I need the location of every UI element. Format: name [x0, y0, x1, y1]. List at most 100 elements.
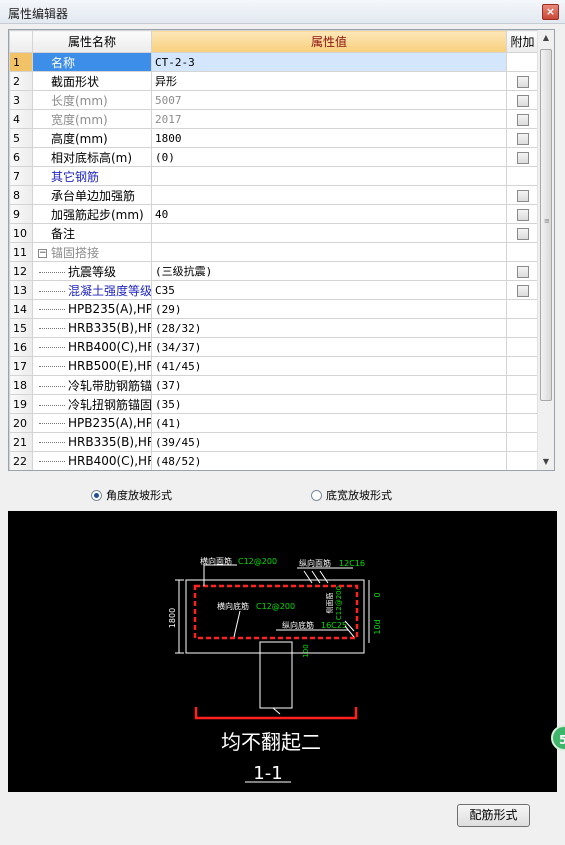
- scroll-down-icon[interactable]: ▼: [538, 454, 554, 470]
- table-row[interactable]: 2 截面形状 异形: [9, 71, 539, 91]
- table-row[interactable]: 12 抗震等级 (三级抗震): [9, 261, 539, 281]
- property-name-cell[interactable]: HRB335(B),HRB3: [32, 432, 152, 452]
- attach-checkbox[interactable]: [516, 208, 529, 221]
- attach-checkbox[interactable]: [516, 75, 529, 88]
- property-name-cell[interactable]: 其它钢筋: [32, 166, 152, 186]
- property-value[interactable]: (41): [151, 413, 507, 433]
- row-number: 19: [9, 394, 33, 414]
- attach-checkbox[interactable]: [516, 113, 529, 126]
- property-value[interactable]: (37): [151, 375, 507, 395]
- table-row[interactable]: 7 其它钢筋: [9, 166, 539, 186]
- property-value[interactable]: [151, 242, 507, 262]
- property-value[interactable]: 异形: [151, 71, 507, 91]
- attach-checkbox[interactable]: [516, 265, 529, 278]
- property-name-cell[interactable]: 混凝土强度等级: [32, 280, 152, 300]
- property-name-cell[interactable]: 冷轧扭钢筋锚固: [32, 394, 152, 414]
- table-row[interactable]: 19 冷轧扭钢筋锚固 (35): [9, 394, 539, 414]
- close-button[interactable]: ×: [542, 4, 559, 20]
- section-label: 1-1: [253, 763, 282, 784]
- property-value[interactable]: 40: [151, 204, 507, 224]
- property-value[interactable]: [151, 185, 507, 205]
- property-value[interactable]: (三级抗震): [151, 261, 507, 281]
- scroll-up-icon[interactable]: ▲: [538, 30, 554, 46]
- top-bar-label: 横向面筋: [200, 556, 232, 566]
- property-value[interactable]: (0): [151, 147, 507, 167]
- property-value[interactable]: 5007: [151, 90, 507, 110]
- property-name-cell[interactable]: 抗震等级: [32, 261, 152, 281]
- grip-icon: ≡: [544, 217, 550, 225]
- table-row[interactable]: 6 相对底标高(m) (0): [9, 147, 539, 167]
- table-row[interactable]: 20 HPB235(A),HPB3(41): [9, 413, 539, 433]
- table-row[interactable]: 8 承台单边加强筋: [9, 185, 539, 205]
- property-name-cell[interactable]: HRB400(C),HRB4: [32, 337, 152, 357]
- property-name-cell[interactable]: 高度(mm): [32, 128, 152, 148]
- property-name-cell[interactable]: 加强筋起步(mm): [32, 204, 152, 224]
- table-row[interactable]: 11− 锚固搭接: [9, 242, 539, 262]
- attach-checkbox[interactable]: [516, 94, 529, 107]
- attach-cell: [506, 52, 539, 72]
- attach-checkbox[interactable]: [516, 132, 529, 145]
- property-value[interactable]: [151, 223, 507, 243]
- property-name-cell[interactable]: 宽度(mm): [32, 109, 152, 129]
- table-row[interactable]: 10 备注: [9, 223, 539, 243]
- header-name[interactable]: 属性名称: [32, 30, 152, 53]
- property-value[interactable]: (48/52): [151, 451, 507, 470]
- radio-width-slope[interactable]: 底宽放坡形式: [311, 487, 392, 503]
- table-row[interactable]: 17 HRB500(E),HRB5(41/45): [9, 356, 539, 376]
- property-value[interactable]: [151, 166, 507, 186]
- property-value[interactable]: 1800: [151, 128, 507, 148]
- header-attach[interactable]: 附加: [506, 30, 539, 53]
- property-value[interactable]: (29): [151, 299, 507, 319]
- radio-dot-icon[interactable]: [91, 489, 102, 501]
- attach-checkbox[interactable]: [516, 189, 529, 202]
- property-value[interactable]: (39/45): [151, 432, 507, 452]
- radio-angle-slope[interactable]: 角度放坡形式: [91, 487, 172, 503]
- attach-checkbox[interactable]: [516, 151, 529, 164]
- property-name-cell[interactable]: 冷轧带肋钢筋锚: [32, 375, 152, 395]
- property-name-cell[interactable]: 名称: [32, 52, 152, 72]
- table-row[interactable]: 14 HPB235(A),HPB3(29): [9, 299, 539, 319]
- rebar-form-button[interactable]: 配筋形式: [457, 804, 530, 827]
- property-value[interactable]: (35): [151, 394, 507, 414]
- property-name-cell[interactable]: − 锚固搭接: [32, 242, 152, 262]
- table-row[interactable]: 22 HRB400(C),HRB4(48/52): [9, 451, 539, 470]
- radio-dot-icon[interactable]: [311, 489, 322, 501]
- property-name-cell[interactable]: 备注: [32, 223, 152, 243]
- vertical-scrollbar[interactable]: ▲ ≡ ▼: [537, 30, 554, 470]
- property-name: HPB235(A),HPB3: [68, 416, 152, 430]
- attach-cell: [506, 109, 539, 129]
- table-row[interactable]: 15 HRB335(B),HRB3(28/32): [9, 318, 539, 338]
- property-name-cell[interactable]: HRB400(C),HRB4: [32, 451, 152, 470]
- property-value[interactable]: 2017: [151, 109, 507, 129]
- attach-checkbox[interactable]: [516, 227, 529, 240]
- table-row[interactable]: 3 长度(mm) 5007: [9, 90, 539, 110]
- property-name-cell[interactable]: 长度(mm): [32, 90, 152, 110]
- property-value[interactable]: (28/32): [151, 318, 507, 338]
- property-name-cell[interactable]: HPB235(A),HPB3: [32, 413, 152, 433]
- table-row[interactable]: 18 冷轧带肋钢筋锚 (37): [9, 375, 539, 395]
- property-value[interactable]: (34/37): [151, 337, 507, 357]
- collapse-icon[interactable]: −: [38, 248, 47, 258]
- property-value[interactable]: (41/45): [151, 356, 507, 376]
- table-row[interactable]: 21 HRB335(B),HRB3(39/45): [9, 432, 539, 452]
- property-value[interactable]: C35: [151, 280, 507, 300]
- pile-stem: [259, 641, 293, 709]
- property-name-cell[interactable]: HPB235(A),HPB3: [32, 299, 152, 319]
- bottom-bar-spec: C12@200: [256, 602, 295, 611]
- table-row[interactable]: 4 宽度(mm) 2017: [9, 109, 539, 129]
- table-row[interactable]: 9 加强筋起步(mm) 40: [9, 204, 539, 224]
- header-value[interactable]: 属性值: [151, 30, 507, 53]
- property-value[interactable]: CT-2-3: [151, 52, 507, 72]
- table-row[interactable]: 16 HRB400(C),HRB4(34/37): [9, 337, 539, 357]
- property-name-cell[interactable]: HRB500(E),HRB5: [32, 356, 152, 376]
- table-row[interactable]: 1 名称 CT-2-3: [9, 52, 539, 72]
- table-row[interactable]: 13 混凝土强度等级 C35: [9, 280, 539, 300]
- property-name-cell[interactable]: HRB335(B),HRB3: [32, 318, 152, 338]
- table-row[interactable]: 5 高度(mm) 1800: [9, 128, 539, 148]
- property-name-cell[interactable]: 截面形状: [32, 71, 152, 91]
- attach-cell: [506, 261, 539, 281]
- attach-checkbox[interactable]: [516, 284, 529, 297]
- property-name-cell[interactable]: 相对底标高(m): [32, 147, 152, 167]
- property-name-cell[interactable]: 承台单边加强筋: [32, 185, 152, 205]
- scroll-thumb[interactable]: ≡: [540, 49, 552, 401]
